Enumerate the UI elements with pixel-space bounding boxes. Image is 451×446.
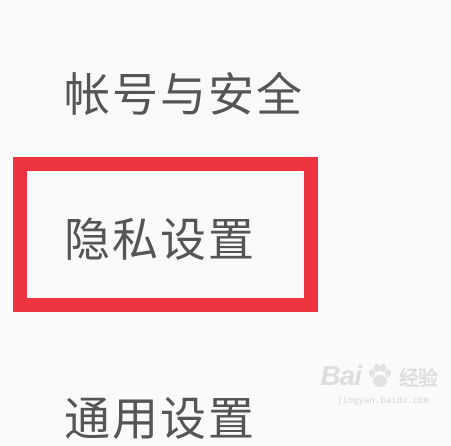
paw-icon	[369, 364, 391, 387]
watermark-brand: Bai	[320, 360, 362, 391]
watermark-suffix: 经验	[399, 367, 438, 390]
menu-item-general-settings[interactable]: 通用设置	[64, 396, 256, 442]
menu-item-account-security[interactable]: 帐号与安全	[64, 72, 304, 118]
menu-item-privacy-settings[interactable]: 隐私设置	[64, 217, 256, 263]
watermark: Bai 经验	[320, 360, 438, 392]
watermark-url: jingyan.baidu.com	[336, 396, 429, 406]
